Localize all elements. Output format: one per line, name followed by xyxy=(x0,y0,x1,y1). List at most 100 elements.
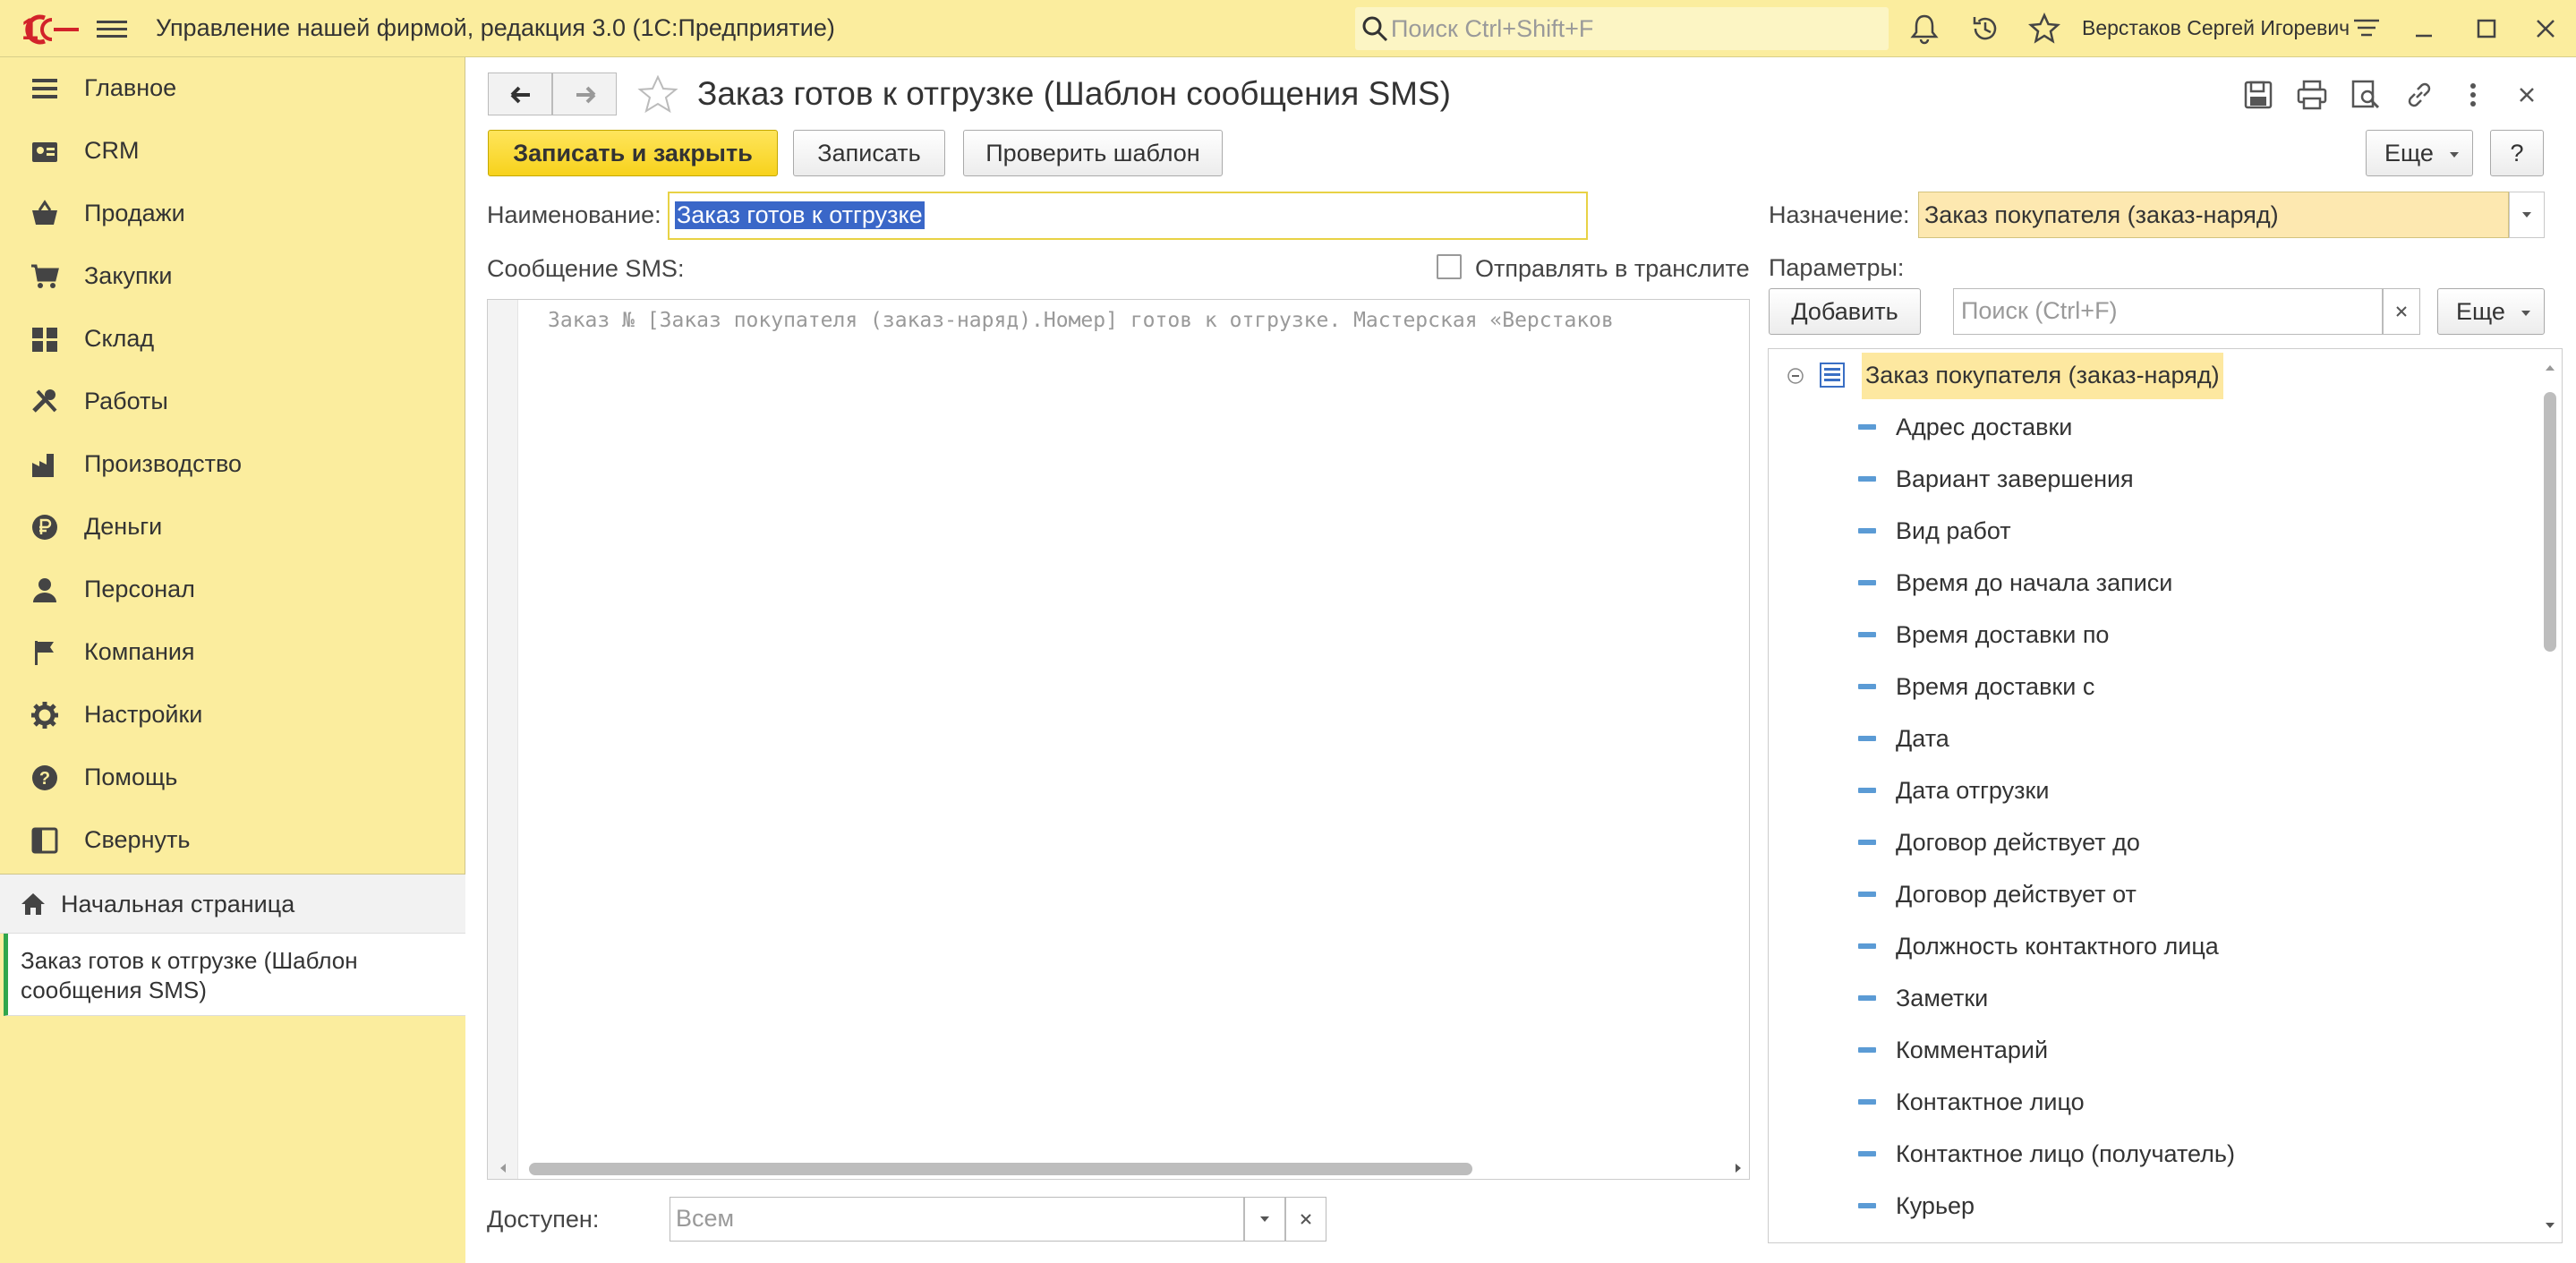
tree-item[interactable]: Договор действует до xyxy=(1769,816,2538,868)
sms-message-editor[interactable]: Заказ № [Заказ покупателя (заказ-наряд).… xyxy=(487,299,1750,1180)
sidebar-item-money[interactable]: Деньги xyxy=(0,496,465,559)
preview-icon[interactable] xyxy=(2350,79,2382,111)
editor-scroll-thumb[interactable] xyxy=(529,1163,1472,1175)
sidebar-item-warehouse[interactable]: Склад xyxy=(0,308,465,371)
open-window-item[interactable]: Заказ готов к отгрузке (Шаблон сообщения… xyxy=(4,934,465,1016)
tree-item-label: Адрес доставки xyxy=(1896,414,2073,440)
sidebar-item-label: Закупки xyxy=(84,262,173,289)
more-button[interactable]: Еще xyxy=(2366,130,2473,176)
settings-lines-icon[interactable] xyxy=(2350,13,2383,45)
search-icon xyxy=(1362,16,1388,42)
dropdown-arrow-icon xyxy=(2522,212,2531,218)
name-input[interactable]: Заказ готов к отгрузке xyxy=(668,192,1588,240)
link-icon[interactable] xyxy=(2403,79,2435,111)
sidebar-item-works[interactable]: Работы xyxy=(0,371,465,433)
tree-scroll-thumb[interactable] xyxy=(2544,392,2556,652)
bell-icon[interactable] xyxy=(1908,13,1941,45)
help-button[interactable]: ? xyxy=(2490,130,2544,176)
tree-item[interactable]: Время доставки с xyxy=(1769,661,2538,713)
dropdown-arrow-icon xyxy=(2450,152,2459,158)
user-name[interactable]: Верстаков Сергей Игоревич xyxy=(2082,16,2350,40)
contacts-card-icon xyxy=(32,142,57,162)
sidebar-item-label: Компания xyxy=(84,638,195,665)
sidebar-item-company[interactable]: Компания xyxy=(0,621,465,684)
tree-item[interactable]: Вид работ xyxy=(1769,505,2538,557)
flag-icon xyxy=(35,641,54,665)
tree-item[interactable]: Контактное лицо xyxy=(1769,1076,2538,1128)
tree-item[interactable]: Время доставки по xyxy=(1769,609,2538,661)
tree-item[interactable]: Комментарий xyxy=(1769,1024,2538,1076)
print-icon[interactable] xyxy=(2296,79,2328,111)
sidebar-item-purchases[interactable]: Закупки xyxy=(0,245,465,308)
close-window-icon[interactable] xyxy=(2529,13,2562,45)
minimize-icon[interactable] xyxy=(2408,13,2440,45)
tree-item[interactable]: Время до начала записи xyxy=(1769,557,2538,609)
collapse-panel-icon xyxy=(31,827,58,854)
sidebar-item-production[interactable]: Производство xyxy=(0,433,465,496)
form-title: Заказ готов к отгрузке (Шаблон сообщения… xyxy=(697,75,1452,112)
favorites-star-icon[interactable] xyxy=(2028,13,2060,45)
tools-icon xyxy=(32,389,57,413)
purpose-input[interactable]: Заказ покупателя (заказ-наряд) xyxy=(1918,192,2509,238)
purpose-dropdown-button[interactable] xyxy=(2509,192,2545,238)
favorite-star-icon[interactable] xyxy=(636,73,679,116)
add-parameter-button[interactable]: Добавить xyxy=(1769,288,1921,335)
1c-logo-icon: 1 xyxy=(21,13,79,47)
tree-root-row[interactable]: Заказ покупателя (заказ-наряд) xyxy=(1769,349,2538,401)
translit-label: Отправлять в транслите xyxy=(1475,255,1750,282)
tree-item[interactable]: Адрес доставки xyxy=(1769,401,2538,453)
more-dots-icon[interactable] xyxy=(2457,79,2489,111)
check-template-button[interactable]: Проверить шаблон xyxy=(963,130,1223,176)
tree-item-label: Комментарий xyxy=(1896,1037,2049,1063)
tree-item-label: Вариант завершения xyxy=(1896,465,2134,492)
global-search[interactable] xyxy=(1355,7,1889,50)
tree-item[interactable]: Контактное лицо (получатель) xyxy=(1769,1128,2538,1180)
global-search-input[interactable] xyxy=(1391,13,1874,45)
sidebar-item-collapse[interactable]: Свернуть xyxy=(0,809,465,872)
save-button[interactable]: Записать xyxy=(793,130,945,176)
scroll-right-arrow-icon xyxy=(1736,1164,1741,1173)
tree-item[interactable]: Дата отгрузки xyxy=(1769,764,2538,816)
parameters-tree[interactable]: Заказ покупателя (заказ-наряд) Адрес дос… xyxy=(1768,348,2563,1243)
back-button[interactable] xyxy=(488,73,552,115)
parameters-more-button[interactable]: Еще xyxy=(2437,288,2545,335)
attribute-icon xyxy=(1858,736,1876,741)
collapse-minus-icon[interactable] xyxy=(1787,367,1804,385)
sidebar-item-crm[interactable]: CRM xyxy=(0,120,465,183)
available-clear-button[interactable] xyxy=(1285,1197,1326,1242)
basket-icon xyxy=(32,200,57,225)
sidebar-item-label: Главное xyxy=(84,74,177,101)
sidebar-item-help[interactable]: ? Помощь xyxy=(0,747,465,809)
maximize-icon[interactable] xyxy=(2470,13,2503,45)
available-dropdown-button[interactable] xyxy=(1244,1197,1285,1242)
tree-item[interactable]: Заметки xyxy=(1769,972,2538,1024)
sidebar-item-settings[interactable]: Настройки xyxy=(0,684,465,747)
tree-item[interactable]: Вариант завершения xyxy=(1769,453,2538,505)
forward-button[interactable] xyxy=(552,73,617,115)
available-input-field[interactable] xyxy=(676,1205,1213,1233)
main-menu-icon[interactable] xyxy=(97,16,127,41)
close-form-icon[interactable] xyxy=(2511,79,2543,111)
tree-item[interactable]: Договор действует от xyxy=(1769,868,2538,920)
parameters-search[interactable] xyxy=(1953,288,2383,335)
parameters-search-input[interactable] xyxy=(1961,297,2373,325)
available-input[interactable] xyxy=(670,1197,1244,1242)
attribute-icon xyxy=(1858,1047,1876,1053)
tree-item[interactable]: Дата xyxy=(1769,713,2538,764)
tree-vertical-scrollbar[interactable] xyxy=(2538,349,2562,1242)
sidebar-item-sales[interactable]: Продажи xyxy=(0,183,465,245)
home-page-item[interactable]: Начальная страница xyxy=(0,875,465,934)
save-disk-icon[interactable] xyxy=(2242,79,2274,111)
translit-checkbox[interactable] xyxy=(1437,254,1462,279)
save-and-close-button[interactable]: Записать и закрыть xyxy=(488,130,778,176)
editor-horizontal-scrollbar[interactable] xyxy=(500,1157,1749,1179)
tree-item-label: Время доставки по xyxy=(1896,621,2110,648)
parameters-search-clear-button[interactable] xyxy=(2383,288,2420,335)
available-label: Доступен: xyxy=(487,1206,600,1233)
tree-item[interactable]: Должность контактного лица xyxy=(1769,920,2538,972)
history-icon[interactable] xyxy=(1969,13,2001,45)
sidebar-item-main[interactable]: Главное xyxy=(0,57,465,120)
tree-item[interactable]: Курьер xyxy=(1769,1180,2538,1232)
tree-item-label: Заметки xyxy=(1896,985,1989,1011)
sidebar-item-staff[interactable]: Персонал xyxy=(0,559,465,621)
